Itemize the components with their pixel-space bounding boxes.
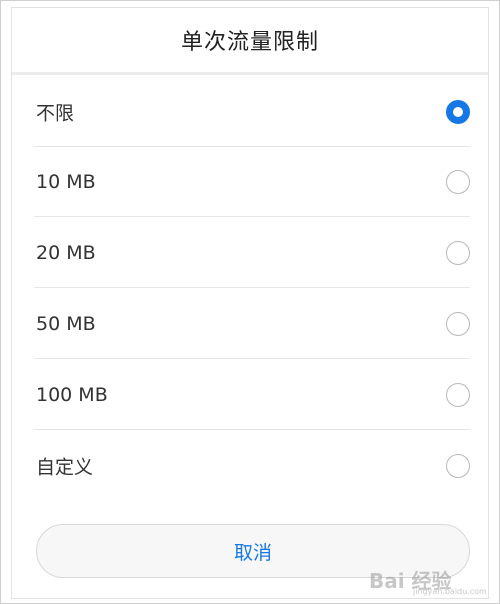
dialog-title: 单次流量限制 — [180, 30, 319, 55]
divider — [34, 429, 470, 430]
radio-unselected-icon[interactable] — [446, 454, 470, 478]
watermark-url: jingyan.baidu.com — [413, 587, 487, 596]
option-100mb[interactable]: 100 MB — [34, 360, 470, 430]
option-label: 自定义 — [36, 456, 94, 479]
option-label: 100 MB — [36, 384, 108, 406]
divider — [34, 358, 470, 359]
option-custom[interactable]: 自定义 — [34, 431, 470, 501]
baidu-jingyan-watermark: Bai 经验 jingyan.baidu.com — [369, 565, 489, 597]
radio-unselected-icon[interactable] — [446, 170, 470, 194]
radio-unselected-icon[interactable] — [446, 383, 470, 407]
traffic-limit-dialog: 单次流量限制 不限 10 MB 20 MB 50 MB 100 MB 自定义 取… — [11, 7, 489, 599]
divider — [34, 216, 470, 217]
divider — [34, 287, 470, 288]
screenshot-frame: 单次流量限制 不限 10 MB 20 MB 50 MB 100 MB 自定义 取… — [0, 0, 500, 604]
radio-selected-icon[interactable] — [446, 100, 470, 124]
option-label: 不限 — [36, 102, 75, 125]
radio-unselected-icon[interactable] — [446, 241, 470, 265]
option-label: 20 MB — [36, 242, 96, 264]
option-unlimited[interactable]: 不限 — [34, 77, 470, 147]
title-divider — [12, 72, 488, 75]
option-20mb[interactable]: 20 MB — [34, 218, 470, 288]
option-50mb[interactable]: 50 MB — [34, 289, 470, 359]
option-10mb[interactable]: 10 MB — [34, 147, 470, 217]
option-label: 50 MB — [36, 313, 96, 335]
option-label: 10 MB — [36, 171, 96, 193]
radio-unselected-icon[interactable] — [446, 312, 470, 336]
